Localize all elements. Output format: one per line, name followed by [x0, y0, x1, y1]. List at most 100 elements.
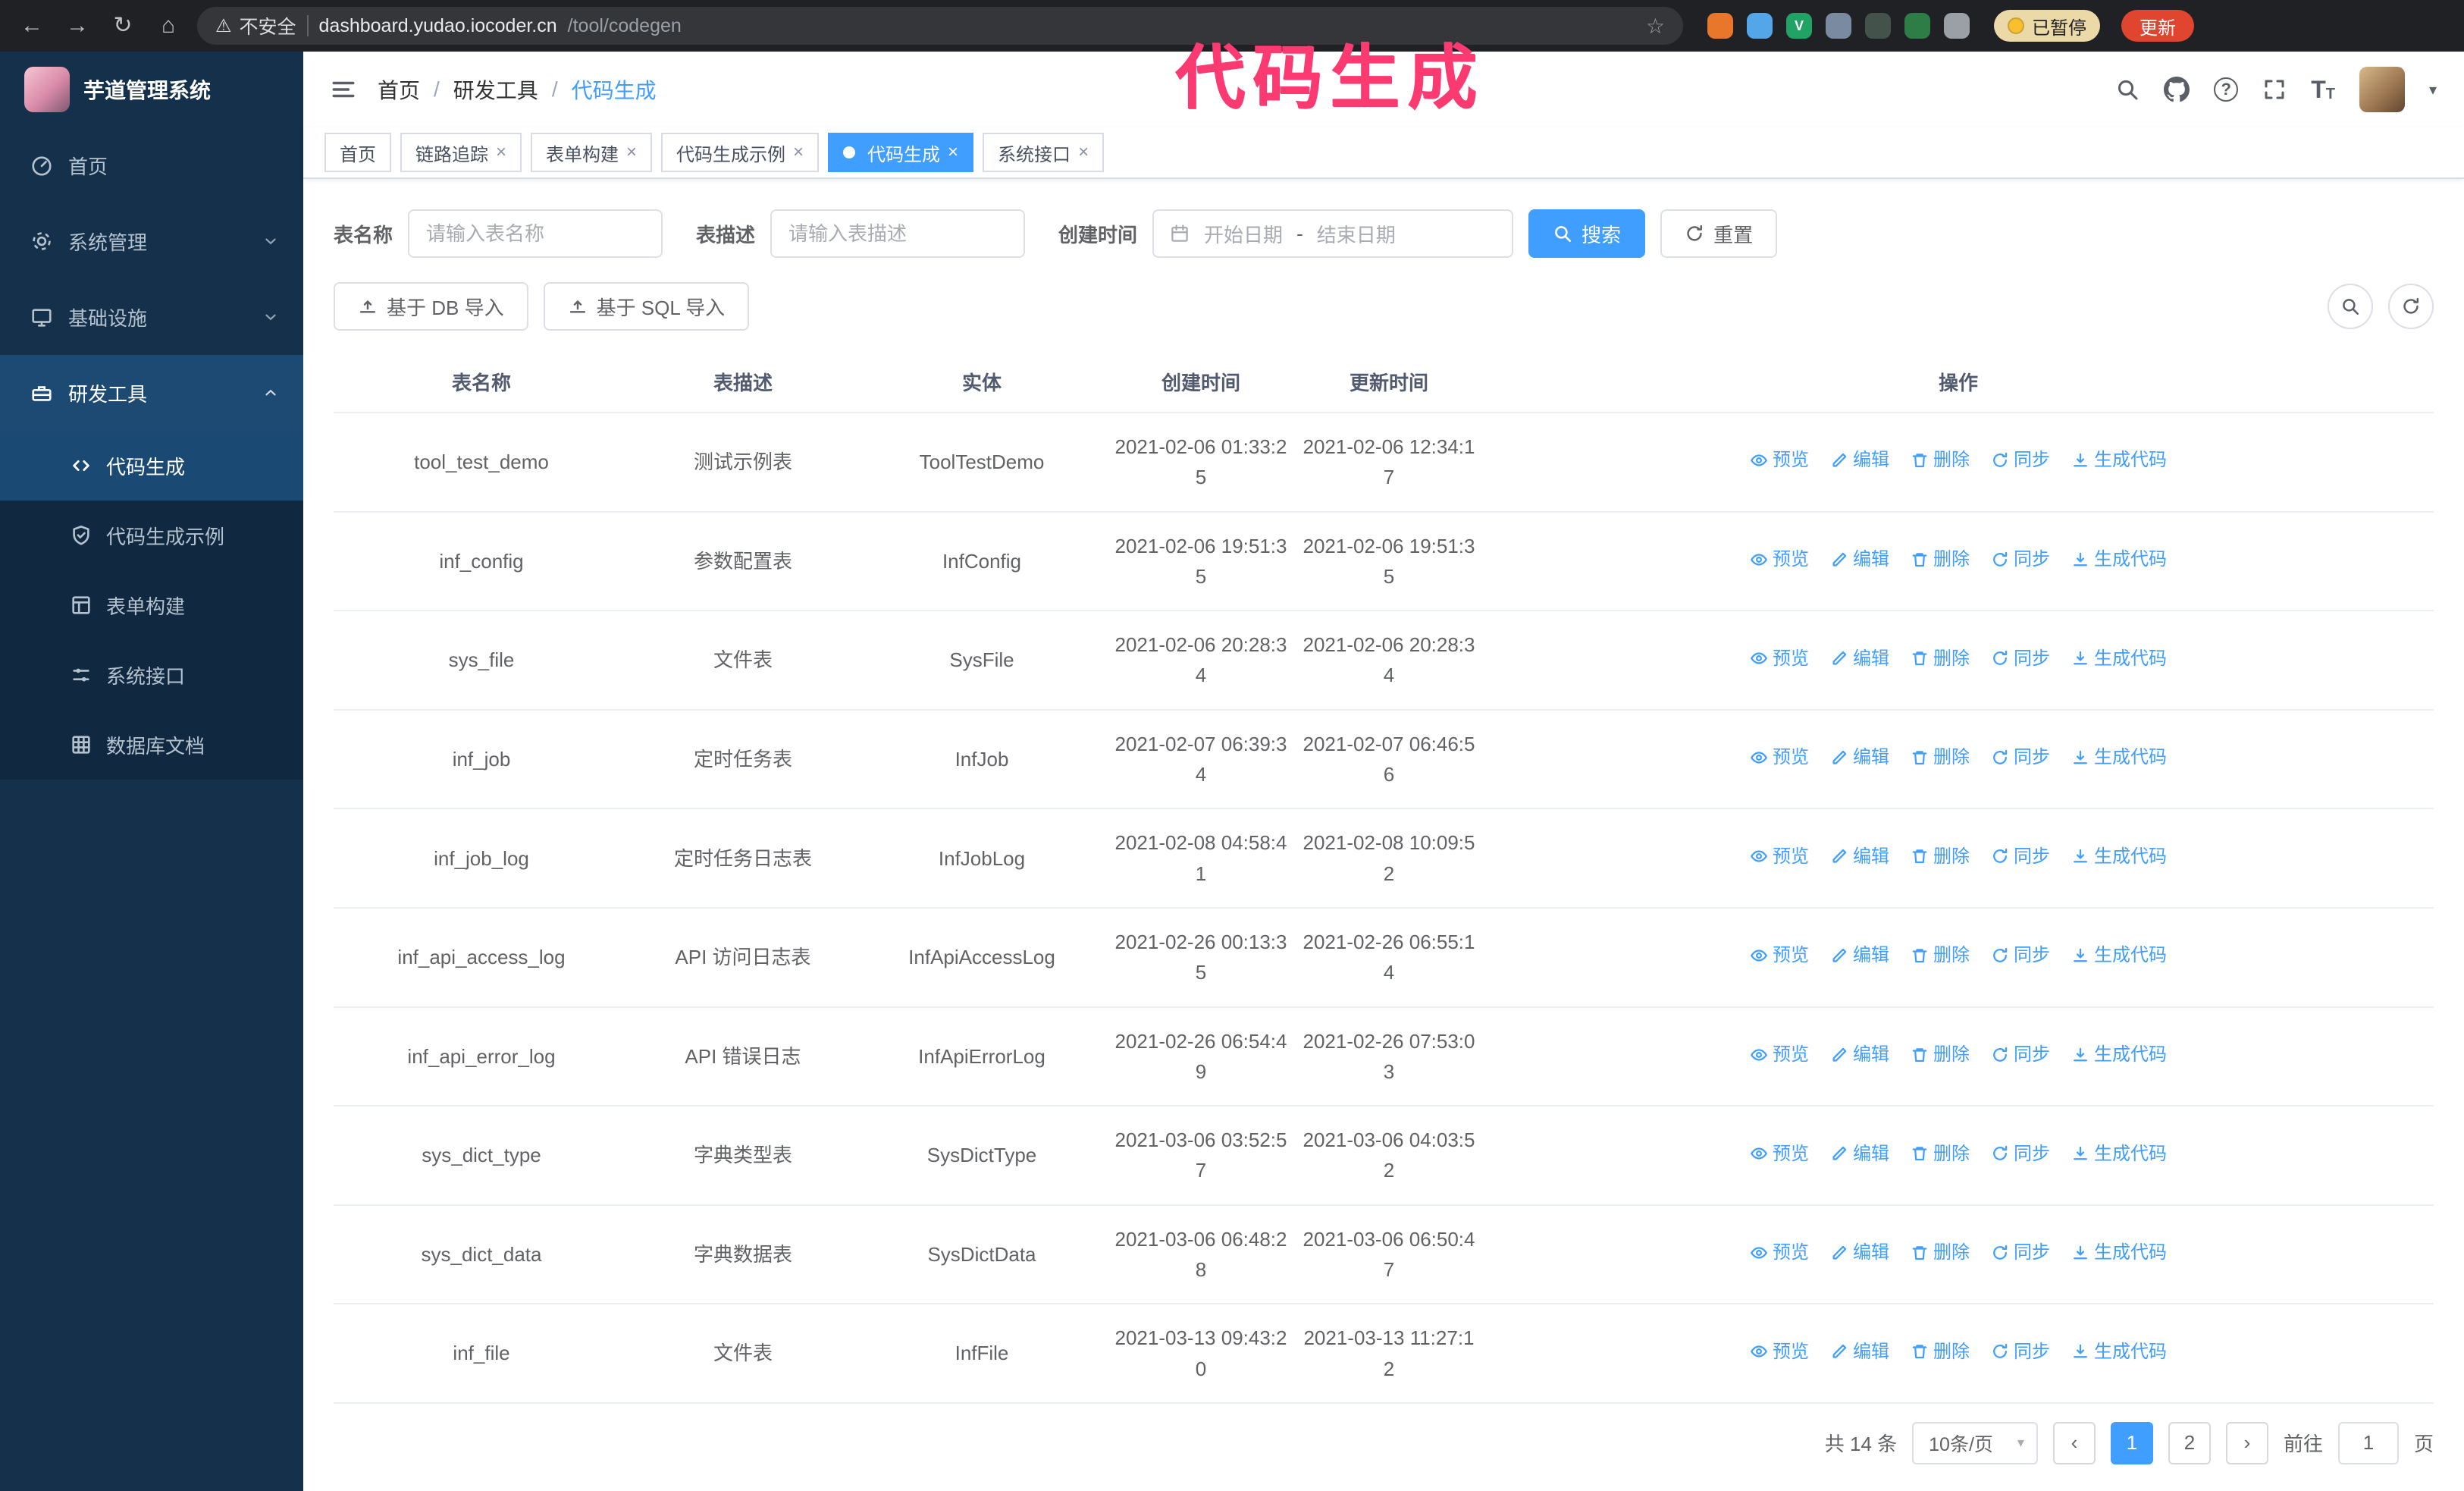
edit-link[interactable]: 编辑: [1830, 1238, 1889, 1267]
address-bar[interactable]: ⚠ 不安全 dashboard.yudao.iocoder.cn/tool/co…: [197, 7, 1683, 45]
edit-link[interactable]: 编辑: [1830, 645, 1889, 673]
update-button[interactable]: 更新: [2121, 10, 2194, 42]
browser-forward-icon[interactable]: →: [61, 8, 94, 44]
preview-link[interactable]: 预览: [1750, 1041, 1809, 1069]
preview-link[interactable]: 预览: [1750, 446, 1809, 474]
import-db-button[interactable]: 基于 DB 导入: [334, 282, 528, 331]
close-icon[interactable]: ×: [948, 143, 958, 162]
sync-link[interactable]: 同步: [1991, 1041, 2050, 1069]
delete-link[interactable]: 删除: [1911, 446, 1970, 474]
page-button-2[interactable]: 2: [2168, 1421, 2211, 1464]
edit-link[interactable]: 编辑: [1830, 843, 1889, 871]
sidebar-item-system[interactable]: 系统管理: [0, 203, 303, 279]
generate-code-link[interactable]: 生成代码: [2071, 941, 2167, 969]
table-desc-input[interactable]: [770, 209, 1026, 258]
delete-link[interactable]: 删除: [1911, 941, 1970, 969]
generate-code-link[interactable]: 生成代码: [2071, 1041, 2167, 1069]
paused-badge[interactable]: 已暂停: [1994, 10, 2100, 42]
blue-extension-icon[interactable]: [1747, 13, 1773, 39]
preview-link[interactable]: 预览: [1750, 545, 1809, 573]
page-size-select[interactable]: 10条/页 ▾: [1912, 1421, 2038, 1464]
browser-home-icon[interactable]: ⌂: [152, 8, 185, 44]
delete-link[interactable]: 删除: [1911, 1140, 1970, 1168]
bookmark-star-icon[interactable]: ☆: [1646, 14, 1665, 39]
preview-link[interactable]: 预览: [1750, 1238, 1809, 1267]
preview-link[interactable]: 预览: [1750, 843, 1809, 871]
edit-link[interactable]: 编辑: [1830, 743, 1889, 771]
generate-code-link[interactable]: 生成代码: [2071, 743, 2167, 771]
delete-link[interactable]: 删除: [1911, 545, 1970, 573]
edit-link[interactable]: 编辑: [1830, 545, 1889, 573]
close-icon[interactable]: ×: [793, 143, 804, 162]
sidebar-item-codegen[interactable]: 代码生成: [0, 431, 303, 501]
edit-link[interactable]: 编辑: [1830, 1140, 1889, 1168]
breadcrumb-section[interactable]: 研发工具: [453, 74, 538, 105]
preview-link[interactable]: 预览: [1750, 1338, 1809, 1366]
generate-code-link[interactable]: 生成代码: [2071, 545, 2167, 573]
tab-trace[interactable]: 链路追踪 ×: [400, 133, 522, 172]
generate-code-link[interactable]: 生成代码: [2071, 843, 2167, 871]
breadcrumb-home[interactable]: 首页: [378, 74, 420, 105]
user-avatar[interactable]: [2359, 67, 2405, 112]
preview-link[interactable]: 预览: [1750, 941, 1809, 969]
sync-link[interactable]: 同步: [1991, 941, 2050, 969]
next-page-button[interactable]: ›: [2225, 1421, 2268, 1464]
sidebar-item-devtools[interactable]: 研发工具: [0, 355, 303, 431]
edit-link[interactable]: 编辑: [1830, 446, 1889, 474]
edit-link[interactable]: 编辑: [1830, 941, 1889, 969]
avatar-caret-icon[interactable]: ▾: [2429, 80, 2437, 99]
close-icon[interactable]: ×: [496, 143, 506, 162]
tab-form-builder[interactable]: 表单构建 ×: [531, 133, 653, 172]
refresh-button[interactable]: [2388, 284, 2434, 329]
table-name-input[interactable]: [408, 209, 663, 258]
preview-link[interactable]: 预览: [1750, 645, 1809, 673]
tray-extension-icon[interactable]: [1865, 13, 1891, 39]
preview-link[interactable]: 预览: [1750, 1140, 1809, 1168]
prev-page-button[interactable]: ‹: [2052, 1421, 2096, 1464]
fullscreen-icon[interactable]: [2262, 77, 2287, 102]
delete-link[interactable]: 删除: [1911, 743, 1970, 771]
sidebar-item-db-doc[interactable]: 数据库文档: [0, 710, 303, 780]
leaf-extension-icon[interactable]: [1904, 13, 1930, 39]
edit-link[interactable]: 编辑: [1830, 1041, 1889, 1069]
delete-link[interactable]: 删除: [1911, 843, 1970, 871]
fox-extension-icon[interactable]: [1707, 13, 1733, 39]
generate-code-link[interactable]: 生成代码: [2071, 1238, 2167, 1267]
sync-link[interactable]: 同步: [1991, 843, 2050, 871]
generate-code-link[interactable]: 生成代码: [2071, 1338, 2167, 1366]
close-icon[interactable]: ×: [626, 143, 637, 162]
people-extension-icon[interactable]: [1826, 13, 1851, 39]
tab-codegen[interactable]: 代码生成 ×: [828, 133, 974, 172]
sync-link[interactable]: 同步: [1991, 645, 2050, 673]
sync-link[interactable]: 同步: [1991, 545, 2050, 573]
tab-system-api[interactable]: 系统接口 ×: [983, 133, 1105, 172]
preview-link[interactable]: 预览: [1750, 743, 1809, 771]
toggle-search-button[interactable]: [2328, 284, 2373, 329]
close-icon[interactable]: ×: [1078, 143, 1089, 162]
goto-page-input[interactable]: [2337, 1421, 2399, 1464]
browser-back-icon[interactable]: ←: [15, 8, 49, 44]
sidebar-item-form-builder[interactable]: 表单构建: [0, 570, 303, 640]
sidebar-item-infra[interactable]: 基础设施: [0, 279, 303, 355]
delete-link[interactable]: 删除: [1911, 1338, 1970, 1366]
search-button[interactable]: 搜索: [1528, 209, 1646, 258]
sidebar-item-codegen-example[interactable]: 代码生成示例: [0, 501, 303, 570]
github-icon[interactable]: [2164, 77, 2190, 102]
security-warning[interactable]: ⚠ 不安全: [215, 12, 296, 39]
generate-code-link[interactable]: 生成代码: [2071, 446, 2167, 474]
tab-codegen-example[interactable]: 代码生成示例 ×: [661, 133, 820, 172]
date-range-picker[interactable]: 开始日期 - 结束日期: [1152, 209, 1514, 258]
browser-reload-icon[interactable]: ↻: [106, 8, 140, 44]
v-green-extension-icon[interactable]: V: [1786, 13, 1812, 39]
font-size-icon[interactable]: TT: [2311, 77, 2335, 102]
import-sql-button[interactable]: 基于 SQL 导入: [543, 282, 750, 331]
sidebar-item-home[interactable]: 首页: [0, 127, 303, 203]
generate-code-link[interactable]: 生成代码: [2071, 645, 2167, 673]
sync-link[interactable]: 同步: [1991, 1338, 2050, 1366]
sidebar-item-system-api[interactable]: 系统接口: [0, 640, 303, 710]
sync-link[interactable]: 同步: [1991, 1140, 2050, 1168]
sync-link[interactable]: 同步: [1991, 743, 2050, 771]
sync-link[interactable]: 同步: [1991, 446, 2050, 474]
delete-link[interactable]: 删除: [1911, 1041, 1970, 1069]
delete-link[interactable]: 删除: [1911, 1238, 1970, 1267]
